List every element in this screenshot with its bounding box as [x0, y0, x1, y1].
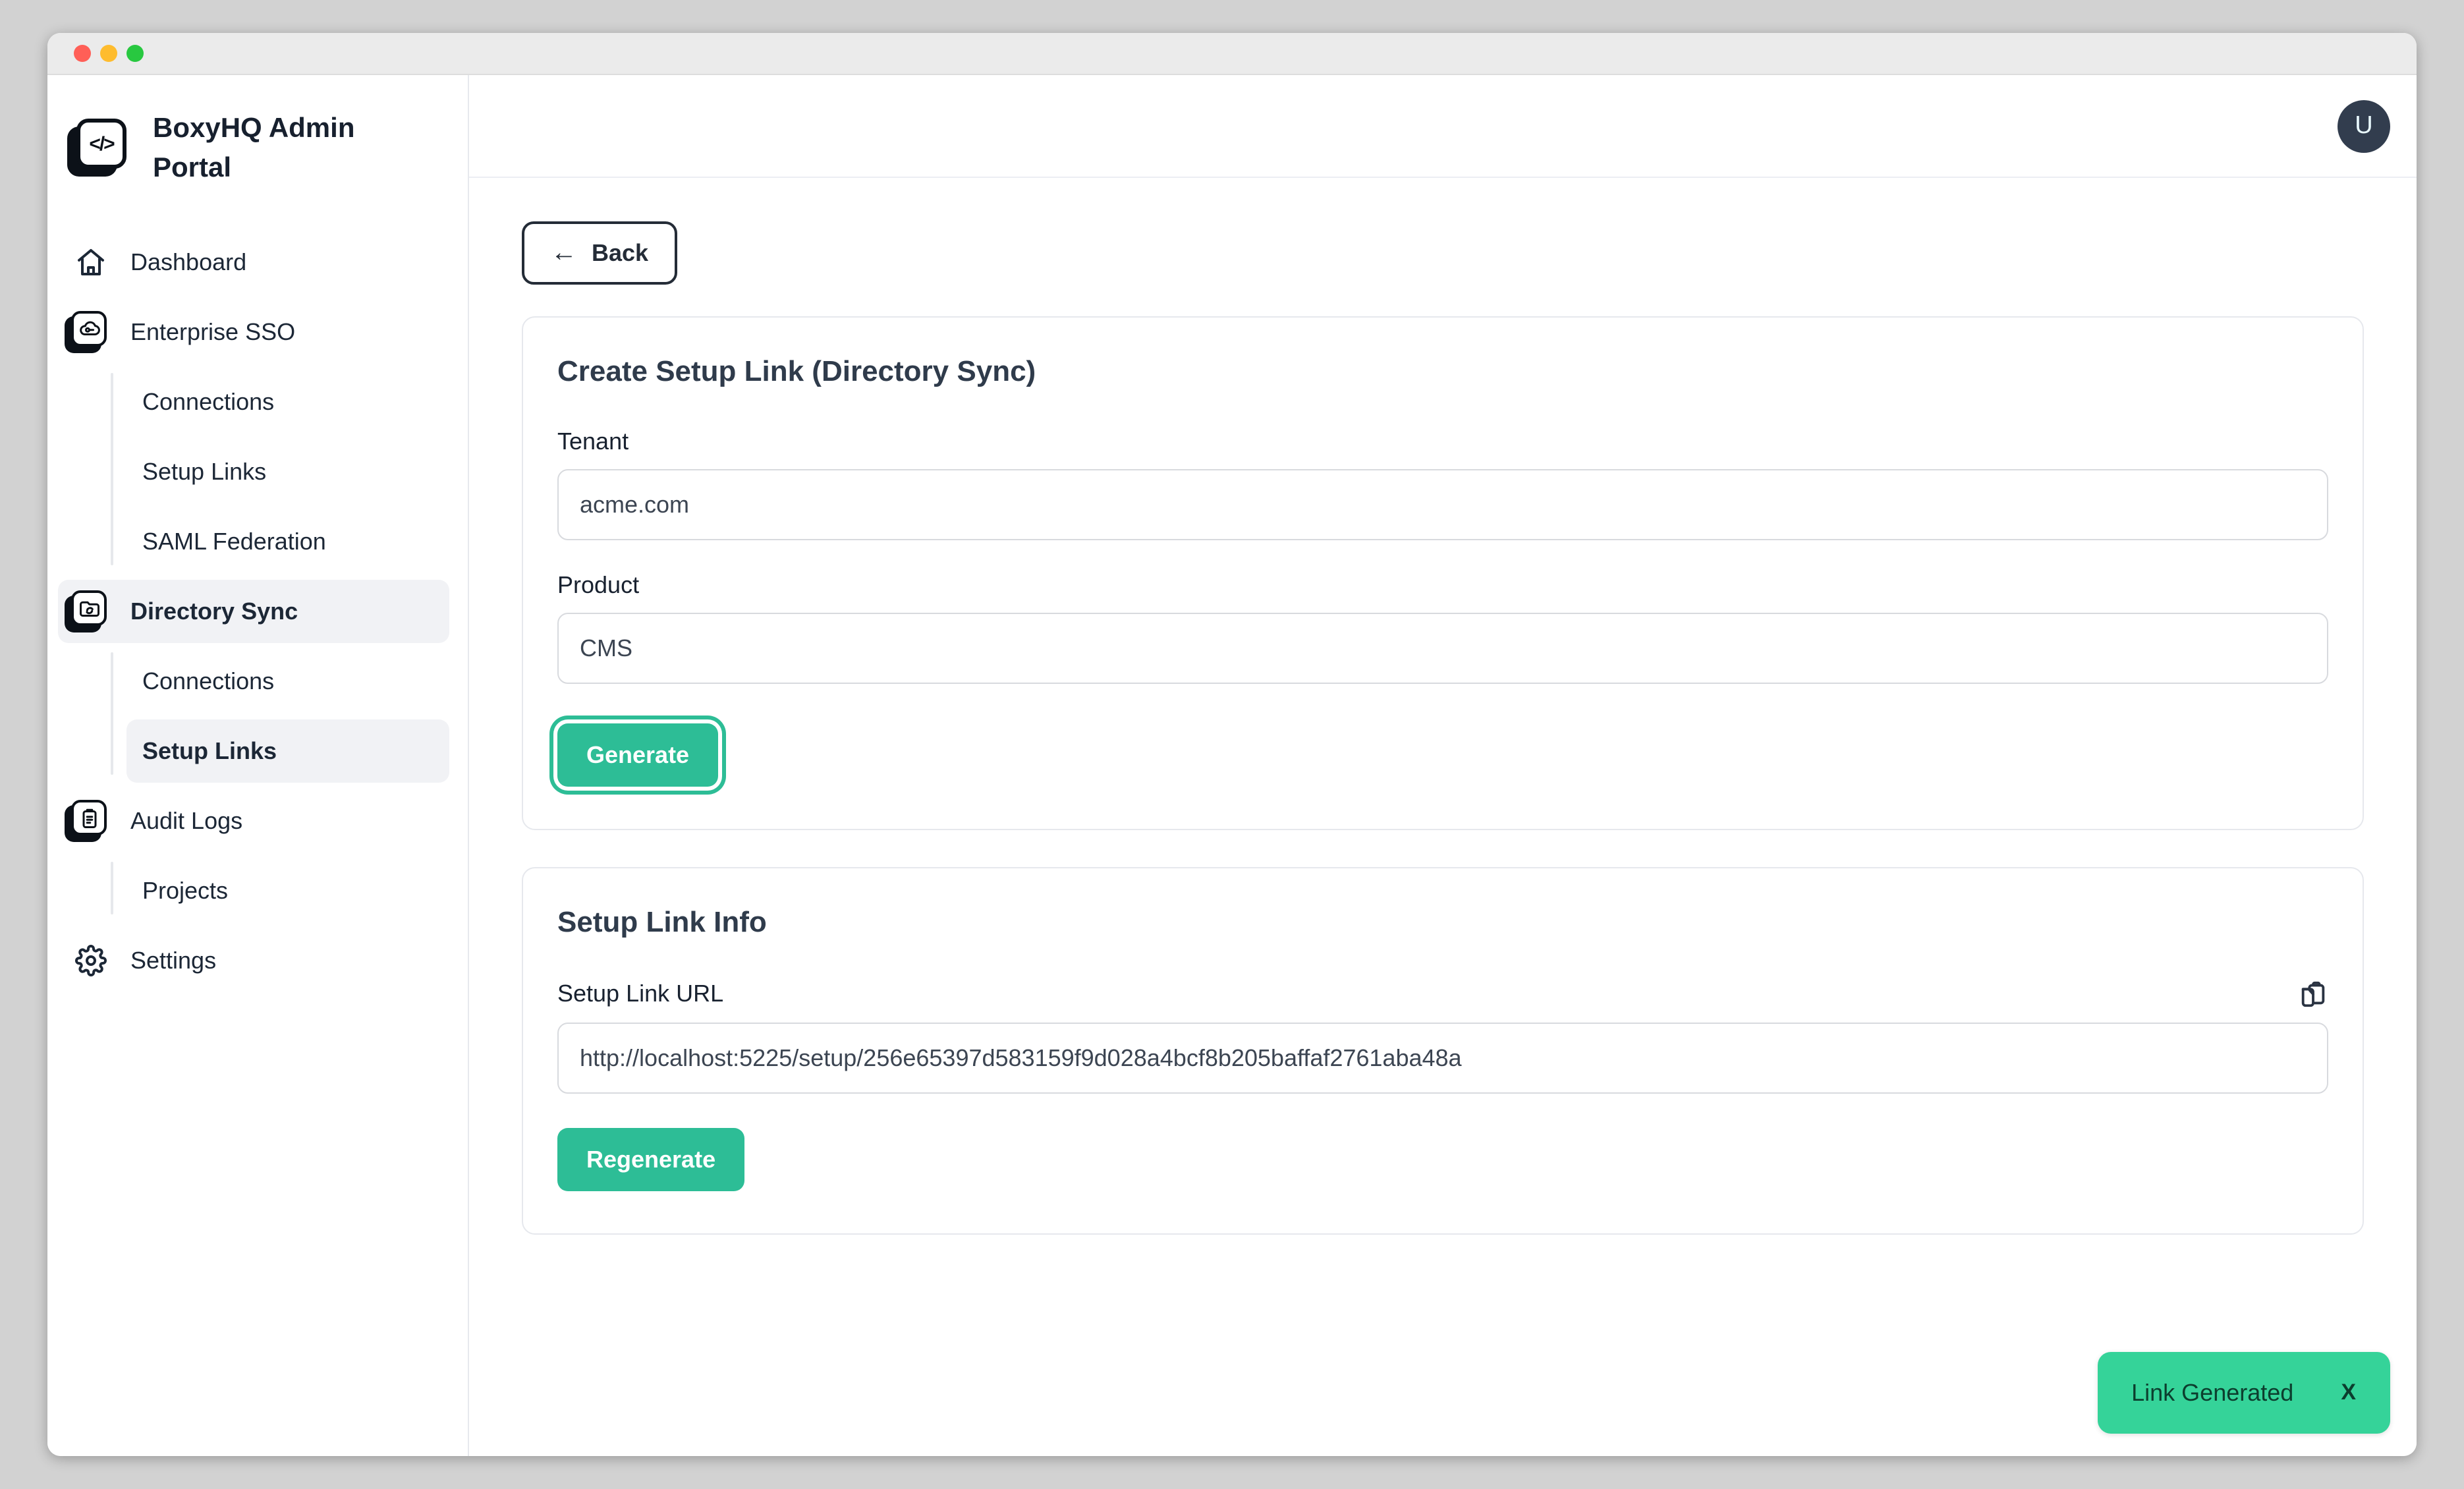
toast-link-generated: Link Generated X — [2097, 1352, 2390, 1434]
card-title: Setup Link Info — [557, 905, 2328, 940]
product-field-group: Product — [557, 572, 2328, 684]
directory-sync-folder-badge-icon — [71, 590, 111, 632]
sidebar-item-dsync-setup-links[interactable]: Setup Links — [126, 719, 449, 783]
main-header: U — [469, 75, 2417, 178]
zoom-window-button[interactable] — [126, 45, 144, 62]
sidebar-item-settings[interactable]: Settings — [58, 929, 449, 992]
regenerate-button[interactable]: Regenerate — [557, 1128, 744, 1191]
sidebar-item-label: Audit Logs — [130, 807, 242, 835]
gear-icon — [71, 945, 111, 976]
avatar[interactable]: U — [2338, 99, 2390, 152]
sidebar-item-dsync-connections[interactable]: Connections — [126, 650, 449, 713]
sidebar-item-label: Dashboard — [130, 248, 246, 276]
copy-clipboard-icon — [2298, 979, 2328, 1009]
tenant-input[interactable] — [557, 469, 2328, 540]
close-window-button[interactable] — [74, 45, 91, 62]
sidebar-item-sso-connections[interactable]: Connections — [126, 370, 449, 434]
sidebar-subgroup-audit-logs: Projects — [58, 859, 449, 922]
sidebar-item-saml-federation[interactable]: SAML Federation — [126, 510, 449, 573]
sidebar-item-projects[interactable]: Projects — [126, 859, 449, 922]
toast-message: Link Generated — [2131, 1379, 2293, 1407]
generate-button[interactable]: Generate — [557, 723, 718, 787]
audit-clipboard-badge-icon — [71, 800, 111, 842]
sidebar: </> BoxyHQ Admin Portal Dashboard — [47, 75, 469, 1456]
setup-link-url-label: Setup Link URL — [557, 980, 723, 1008]
sidebar-item-label: Enterprise SSO — [130, 318, 295, 346]
create-setup-link-card: Create Setup Link (Directory Sync) Tenan… — [522, 316, 2364, 830]
window-titlebar — [47, 33, 2417, 75]
main-area: U ← Back Create Setup Link (Directory Sy… — [469, 75, 2417, 1456]
sso-cloud-key-badge-icon — [71, 311, 111, 353]
sidebar-subgroup-directory-sync: Connections Setup Links — [58, 650, 449, 783]
copy-button[interactable] — [2298, 979, 2328, 1009]
minimize-window-button[interactable] — [100, 45, 117, 62]
sidebar-nav: Dashboard Enterprise SSO — [58, 231, 449, 992]
setup-link-url-input[interactable] — [557, 1023, 2328, 1094]
brand: </> BoxyHQ Admin Portal — [58, 109, 449, 188]
product-input[interactable] — [557, 613, 2328, 684]
main-content: ← Back Create Setup Link (Directory Sync… — [469, 178, 2417, 1456]
sidebar-item-sso-setup-links[interactable]: Setup Links — [126, 440, 449, 503]
toast-close-button[interactable]: X — [2341, 1380, 2356, 1406]
sidebar-item-enterprise-sso[interactable]: Enterprise SSO — [58, 300, 449, 364]
sidebar-item-dashboard[interactable]: Dashboard — [58, 231, 449, 294]
boxyhq-logo-icon: </> — [76, 119, 132, 179]
sidebar-item-directory-sync[interactable]: Directory Sync — [58, 580, 449, 643]
home-icon — [71, 246, 111, 278]
brand-title: BoxyHQ Admin Portal — [153, 109, 364, 188]
tenant-label: Tenant — [557, 428, 2328, 456]
screen: </> BoxyHQ Admin Portal Dashboard — [0, 0, 2464, 1489]
card-title: Create Setup Link (Directory Sync) — [557, 354, 2328, 389]
back-button[interactable]: ← Back — [522, 221, 677, 285]
app-window: </> BoxyHQ Admin Portal Dashboard — [47, 33, 2417, 1456]
sidebar-item-label: Directory Sync — [130, 598, 298, 625]
setup-link-info-card: Setup Link Info Setup Link URL — [522, 867, 2364, 1235]
sidebar-subgroup-enterprise-sso: Connections Setup Links SAML Federation — [58, 370, 449, 573]
product-label: Product — [557, 572, 2328, 600]
sidebar-item-audit-logs[interactable]: Audit Logs — [58, 789, 449, 853]
tenant-field-group: Tenant — [557, 428, 2328, 540]
sidebar-item-label: Settings — [130, 947, 216, 974]
arrow-left-icon: ← — [551, 240, 577, 266]
